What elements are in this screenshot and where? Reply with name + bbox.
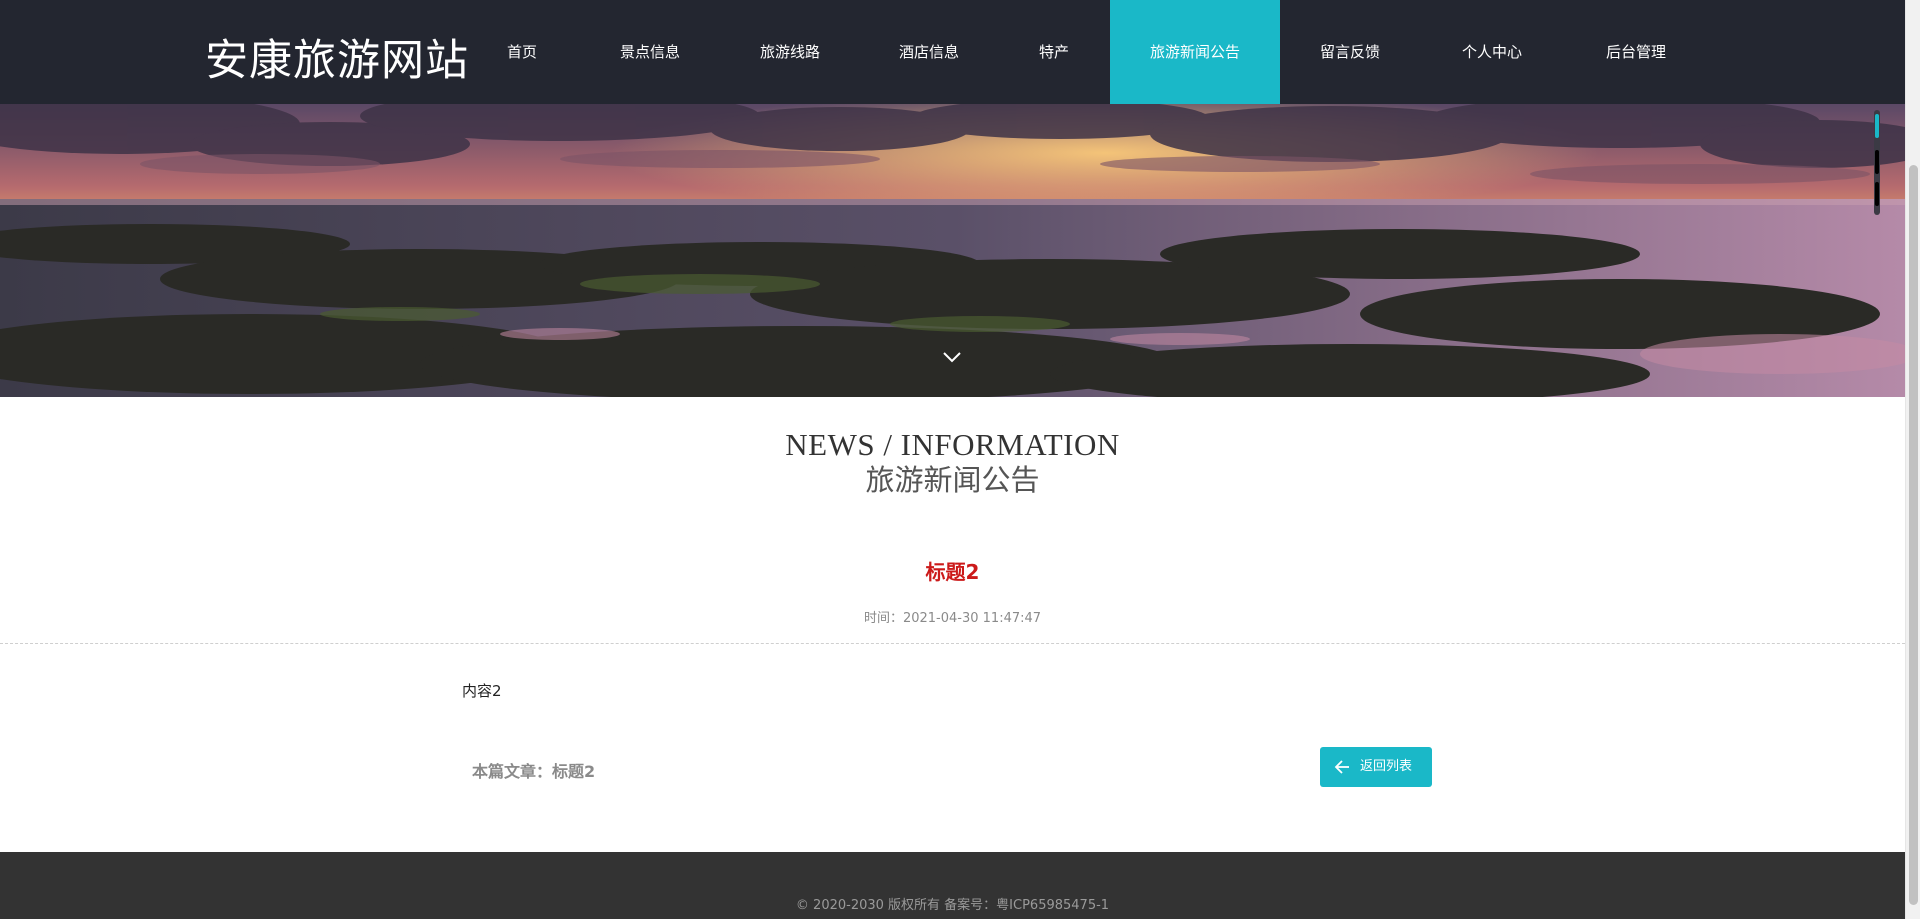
nav-item-home[interactable]: 首页 bbox=[486, 0, 558, 104]
nav-item-admin[interactable]: 后台管理 bbox=[1596, 0, 1676, 104]
article-divider bbox=[0, 643, 1905, 644]
nav-item-news[interactable]: 旅游新闻公告 bbox=[1110, 0, 1280, 104]
footer-copyright: © 2020-2030 版权所有 备案号：粤ICP65985475-1 bbox=[795, 898, 1110, 913]
slider-dot-3[interactable] bbox=[1875, 182, 1879, 206]
article-content: 内容2 bbox=[462, 682, 502, 700]
nav-item-feedback[interactable]: 留言反馈 bbox=[1310, 0, 1390, 104]
current-article-title: 标题2 bbox=[552, 762, 596, 781]
nav-item-personal-center[interactable]: 个人中心 bbox=[1452, 0, 1532, 104]
section-title-en: NEWS / INFORMATION bbox=[785, 427, 1120, 462]
back-to-list-button[interactable]: 返回列表 bbox=[1320, 747, 1432, 787]
current-article-info: 本篇文章：标题2 bbox=[472, 758, 595, 782]
section-heading: NEWS / INFORMATION 旅游新闻公告 bbox=[0, 428, 1905, 498]
nav-item-hotels[interactable]: 酒店信息 bbox=[885, 0, 973, 104]
scrollbar-thumb[interactable] bbox=[1909, 165, 1918, 905]
article-time: 时间：2021-04-30 11:47:47 bbox=[0, 607, 1905, 626]
hero-banner bbox=[0, 104, 1905, 397]
nav-item-specialties[interactable]: 特产 bbox=[1023, 0, 1085, 104]
site-footer: © 2020-2030 版权所有 备案号：粤ICP65985475-1 bbox=[0, 852, 1905, 919]
nav-item-attractions[interactable]: 景点信息 bbox=[606, 0, 694, 104]
slider-dot-1[interactable] bbox=[1875, 114, 1879, 138]
scroll-down-chevron-icon[interactable] bbox=[941, 350, 963, 364]
site-logo[interactable]: 安康旅游网站 bbox=[205, 26, 469, 88]
section-title-cn: 旅游新闻公告 bbox=[865, 463, 1040, 497]
back-to-list-label: 返回列表 bbox=[1360, 759, 1413, 774]
slider-indicator bbox=[1874, 110, 1880, 215]
nav-item-routes[interactable]: 旅游线路 bbox=[746, 0, 834, 104]
slider-dot-2[interactable] bbox=[1875, 150, 1879, 174]
article-time-label: 时间： bbox=[863, 611, 903, 626]
article-time-value: 2021-04-30 11:47:47 bbox=[902, 611, 1042, 626]
current-article-label: 本篇文章： bbox=[472, 762, 553, 781]
site-header: 安康旅游网站 首页 景点信息 旅游线路 酒店信息 特产 旅游新闻公告 留言反馈 … bbox=[0, 0, 1905, 104]
page-scrollbar[interactable] bbox=[1905, 0, 1920, 919]
arrow-left-icon bbox=[1334, 760, 1349, 774]
article-title: 标题2 bbox=[925, 560, 980, 584]
